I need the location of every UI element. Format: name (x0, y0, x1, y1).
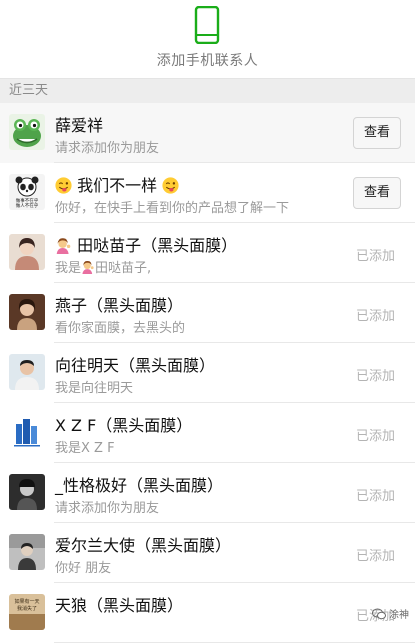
contact-name: 燕子（黑头面膜） (55, 296, 184, 315)
avatar (9, 114, 45, 150)
added-status: 已添加 (355, 429, 395, 444)
list-item[interactable]: _性格极好（黑头面膜） 请求添加你为朋友 已添加 (0, 463, 415, 523)
added-status: 已添加 (355, 489, 395, 504)
request-message-suffix: 田哒苗子, (95, 261, 152, 276)
added-status: 已添加 (355, 369, 395, 384)
watermark-text: 涂神 (389, 610, 409, 621)
contact-name: _性格极好（黑头面膜） (55, 476, 224, 495)
list-item[interactable]: 薛爱祥 请求添加你为朋友 查看 (0, 103, 415, 163)
list-item[interactable]: 田哒苗子（黑头面膜） 我是 田哒苗子, 已添加 (0, 223, 415, 283)
woman-tipping-hand-emoji-icon (81, 260, 95, 274)
contact-name: 向往明天（黑头面膜） (55, 356, 216, 375)
avatar (9, 354, 45, 390)
request-message: 请求添加你为朋友 (55, 141, 160, 156)
request-message: 我是 田哒苗子, (55, 257, 151, 276)
view-button[interactable]: 查看 (353, 117, 401, 149)
avatar-caption: 如果有一天 (14, 598, 39, 605)
request-message: 你好 朋友 (55, 561, 112, 576)
request-message: 请求添加你为朋友 (55, 501, 160, 516)
list-item[interactable]: 如果有一天 我消失了 天狼（黑头面膜） 已添加 (0, 583, 415, 643)
avatar (9, 294, 45, 330)
contact-name-text: 田哒苗子（黑头面膜） (77, 236, 238, 255)
added-status: 已添加 (355, 549, 395, 564)
request-message-prefix: 我是 (55, 261, 82, 276)
avatar (9, 414, 45, 450)
watermark: 涂神 (372, 606, 409, 621)
contact-name-text: 我们不一样 (77, 176, 158, 195)
contact-name: 薛爱祥 (55, 116, 104, 135)
request-message: 看你家面膜，去黑头的 (55, 321, 186, 336)
wechat-logo-icon (372, 608, 386, 619)
list-item[interactable]: 爱尔兰大使（黑头面膜） 你好 朋友 已添加 (0, 523, 415, 583)
woman-tipping-hand-emoji-icon (55, 237, 72, 254)
list-item[interactable]: X Z F（黑头面膜） 我是X Z F 已添加 (0, 403, 415, 463)
list-item[interactable]: 做事不在乎 做人不在乎 我们不一样 你好，在快手上看到你的产品想了解一下 查看 (0, 163, 415, 223)
avatar: 做事不在乎 做人不在乎 (9, 174, 45, 210)
section-header-recent: 近三天 (0, 79, 415, 103)
contact-request-list: 薛爱祥 请求添加你为朋友 查看 做事不在乎 做人不在乎 我们不一样 你好，在快手… (0, 103, 415, 643)
contact-name: 田哒苗子（黑头面膜） (55, 232, 237, 256)
avatar-caption: 我消失了 (17, 605, 37, 612)
request-message: 我是向往明天 (55, 381, 134, 396)
avatar-caption: 做人不在乎 (16, 202, 39, 209)
list-item[interactable]: 燕子（黑头面膜） 看你家面膜，去黑头的 已添加 (0, 283, 415, 343)
avatar (9, 534, 45, 570)
view-button[interactable]: 查看 (353, 177, 401, 209)
contact-name: 天狼（黑头面膜） (55, 596, 184, 615)
contact-name: 爱尔兰大使（黑头面膜） (55, 536, 232, 555)
request-message: 你好，在快手上看到你的产品想了解一下 (55, 201, 290, 216)
add-phone-contacts-header[interactable]: 添加手机联系人 (0, 0, 415, 79)
avatar (9, 474, 45, 510)
contact-name: X Z F（黑头面膜） (55, 416, 193, 435)
tongue-face-emoji-icon (55, 177, 72, 194)
list-item[interactable]: 向往明天（黑头面膜） 我是向往明天 已添加 (0, 343, 415, 403)
added-status: 已添加 (355, 309, 395, 324)
phone-icon (194, 6, 220, 44)
tongue-face-emoji-icon (162, 177, 179, 194)
avatar-caption: 做事不在乎 (16, 197, 39, 204)
avatar (9, 234, 45, 270)
added-status: 已添加 (355, 249, 395, 264)
contact-name: 我们不一样 (55, 172, 179, 196)
add-phone-contacts-label: 添加手机联系人 (156, 53, 259, 69)
request-message: 我是X Z F (55, 441, 115, 456)
